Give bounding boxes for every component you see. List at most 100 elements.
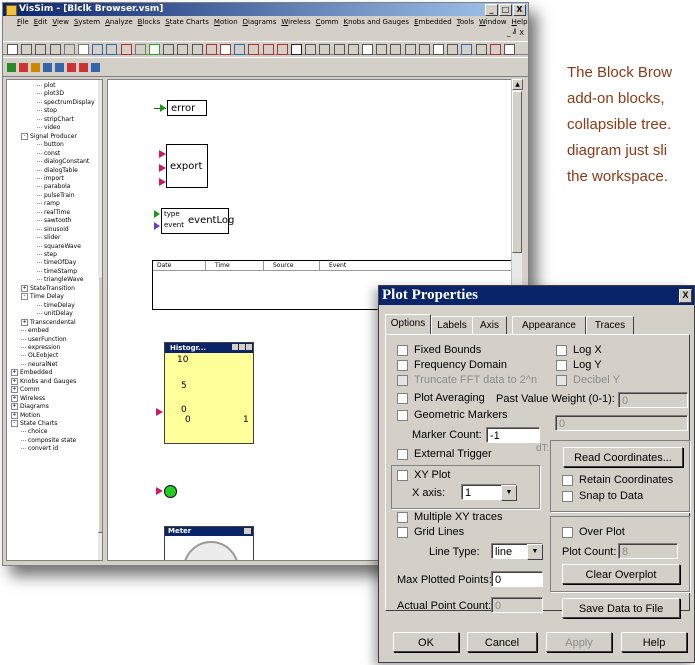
tree-item[interactable]: + Transcendental	[21, 318, 76, 327]
grid-lines-checkbox[interactable]: Grid Lines	[397, 526, 464, 538]
tree-item[interactable]: pulseTrain	[37, 192, 75, 200]
checkbox-box[interactable]	[397, 359, 408, 371]
column-date[interactable]: Date	[157, 261, 171, 270]
cancel-button[interactable]: Cancel	[467, 632, 537, 652]
browser-toolbar-icon[interactable]	[7, 63, 16, 72]
tree-item[interactable]: + Wireless	[11, 394, 45, 403]
export-block[interactable]: export	[166, 144, 208, 188]
checkbox-box[interactable]	[397, 526, 408, 538]
meter-close-icon[interactable]	[244, 528, 251, 534]
toolbar-icon[interactable]	[134, 44, 146, 55]
tree-item[interactable]: timeStamp	[37, 268, 77, 276]
checkbox-box[interactable]	[397, 392, 408, 404]
toolbar-icon[interactable]	[489, 44, 501, 55]
mdi-child-controls[interactable]: _ ╝ X	[507, 29, 524, 37]
checkbox-box[interactable]	[562, 526, 573, 538]
tree-item[interactable]: expression	[21, 344, 60, 352]
tree-item[interactable]: button	[37, 141, 64, 149]
browser-toolbar-icon[interactable]	[19, 63, 28, 72]
dialog-title-bar[interactable]: Plot Properties X	[379, 286, 694, 305]
tree-scrollbar[interactable]	[98, 80, 102, 560]
tree-item[interactable]: + Motion	[11, 411, 40, 420]
menu-comm[interactable]: Comm	[316, 16, 339, 28]
tree-item[interactable]: step	[37, 251, 57, 259]
tree-scroll-thumb[interactable]	[98, 276, 102, 533]
column-source[interactable]: Source	[273, 261, 294, 270]
toolbar-icon[interactable]	[390, 44, 402, 55]
window-title-bar[interactable]: VisSim - [Blclk Browser.vsm] _ □ X	[3, 3, 528, 16]
tree-item[interactable]: triangleWave	[37, 276, 84, 284]
browser-toolbar-icon[interactable]	[91, 63, 100, 72]
maximize-button[interactable]: □	[499, 4, 512, 16]
column-time[interactable]: Time	[215, 261, 230, 270]
toolbar-icon[interactable]	[21, 44, 33, 55]
collapse-icon[interactable]: -	[11, 420, 18, 427]
menu-knobs-and-gauges[interactable]: Knobs and Gauges	[343, 16, 409, 28]
toolbar-icon[interactable]	[149, 44, 160, 55]
ok-button[interactable]: OK	[393, 632, 459, 652]
checkbox-box[interactable]	[397, 448, 408, 460]
dialog-close-button[interactable]: X	[679, 289, 692, 303]
toolbar-icon[interactable]	[205, 44, 217, 55]
meter-block[interactable]: Meter	[164, 526, 254, 560]
plot-averaging-checkbox[interactable]: Plot Averaging	[397, 392, 485, 404]
tree-item[interactable]: ramp	[37, 200, 60, 208]
tree-item[interactable]: + Knobs and Gauges	[11, 377, 76, 386]
expand-icon[interactable]: +	[21, 318, 28, 326]
tree-item[interactable]: plot3D	[37, 90, 64, 98]
toolbar-icon[interactable]	[291, 44, 302, 55]
tree-item[interactable]: dialogTable	[37, 167, 78, 175]
checkbox-box[interactable]	[556, 344, 567, 356]
tree-item[interactable]: plot	[37, 82, 56, 90]
scroll-up-icon[interactable]: ▲	[512, 79, 523, 90]
tree-item[interactable]: sawtooth	[37, 217, 72, 225]
minimize-button[interactable]: _	[485, 4, 498, 16]
tree-item[interactable]: + Embedded	[11, 369, 52, 377]
tree-item[interactable]: timeOfDay	[37, 259, 76, 267]
toolbar-icon[interactable]	[177, 44, 189, 55]
error-block[interactable]: error	[167, 100, 207, 116]
toolbar-icon[interactable]	[404, 44, 416, 55]
read-coordinates-button[interactable]: Read Coordinates...	[563, 447, 683, 467]
over-plot-checkbox[interactable]: Over Plot	[562, 526, 625, 538]
tab-traces[interactable]: Traces	[586, 316, 634, 334]
tree-item[interactable]: composite state	[21, 437, 76, 445]
tree-item[interactable]: choice	[21, 428, 47, 436]
clear-overplot-button[interactable]: Clear Overplot	[562, 564, 680, 584]
tree-item[interactable]: unitDelay	[37, 310, 73, 318]
browser-toolbar-icon[interactable]	[43, 63, 52, 72]
snap-to-data-checkbox[interactable]: Snap to Data	[562, 490, 643, 502]
histogram-minimize-icon[interactable]	[232, 344, 238, 350]
x-axis-dropdown-icon[interactable]: ▼	[501, 485, 517, 501]
tab-axis[interactable]: Axis	[472, 316, 507, 334]
tree-item[interactable]: - Time Delay	[21, 293, 64, 301]
menu-edit[interactable]: Edit	[34, 16, 48, 28]
checkbox-box[interactable]	[562, 490, 573, 502]
menu-system[interactable]: System	[74, 16, 100, 28]
tree-item[interactable]: video	[37, 124, 60, 132]
tree-item[interactable]: stripChart	[37, 116, 74, 124]
tab-options[interactable]: Options	[385, 314, 431, 334]
canvas-scroll-thumb[interactable]	[512, 91, 522, 253]
tree-item[interactable]: dialogConstant	[37, 158, 89, 166]
toolbar-icon[interactable]	[92, 44, 104, 55]
checkbox-box[interactable]	[397, 469, 408, 481]
checkbox-box[interactable]	[556, 359, 567, 371]
tree-item[interactable]: embed	[21, 327, 49, 335]
tree-item[interactable]: realTime	[37, 209, 70, 217]
toolbar-icon[interactable]	[78, 44, 89, 55]
histogram-block[interactable]: Histogr... 10 5 0 0 1	[164, 342, 254, 444]
toolbar-icon[interactable]	[418, 44, 430, 55]
column-event[interactable]: Event	[329, 261, 346, 270]
save-data-button[interactable]: Save Data to File	[562, 598, 680, 618]
toolbar-icon[interactable]	[163, 44, 175, 55]
toolbar-icon[interactable]	[220, 44, 231, 55]
menu-analyze[interactable]: Analyze	[105, 16, 133, 28]
checkbox-box[interactable]	[397, 344, 408, 356]
toolbar-icon[interactable]	[106, 44, 118, 55]
tree-item[interactable]: const	[37, 150, 60, 158]
collapse-icon[interactable]: -	[21, 132, 28, 140]
menu-help[interactable]: Help	[512, 16, 528, 28]
tree-item[interactable]: + StateTransition	[21, 284, 75, 293]
menu-state-charts[interactable]: State Charts	[165, 16, 209, 28]
